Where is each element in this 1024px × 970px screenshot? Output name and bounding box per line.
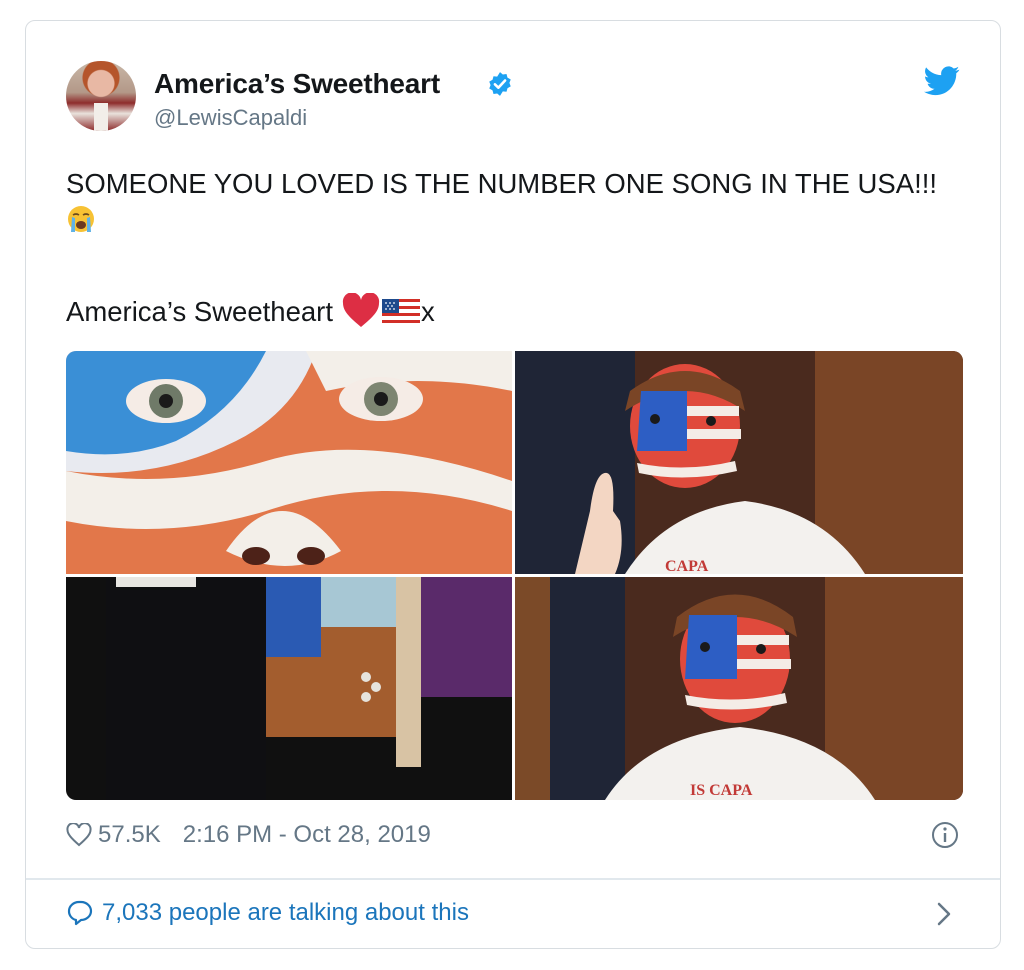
photo-room <box>66 577 512 800</box>
heart-icon[interactable] <box>66 823 92 847</box>
divider <box>26 878 1000 880</box>
tweet-meta: 57.5K 2:16 PM - Oct 28, 2019 <box>66 821 431 849</box>
conversation-link[interactable]: 7,033 people are talking about this <box>66 899 469 927</box>
avatar[interactable] <box>66 61 136 131</box>
media-photo-2[interactable]: CAPA <box>515 351 963 574</box>
tweet-signoff: America’s Sweetheart <box>66 296 333 327</box>
display-name[interactable]: America’s Sweetheart <box>154 68 440 100</box>
verified-badge-icon <box>489 72 511 96</box>
comment-icon <box>67 900 93 926</box>
tweet-body: SOMEONE YOU LOVED IS THE NUMBER ONE SONG… <box>66 168 938 199</box>
user-handle[interactable]: @LewisCapaldi <box>154 105 307 131</box>
shirt-text: CAPA <box>665 558 709 574</box>
conversation-text: 7,033 people are talking about this <box>102 899 469 926</box>
media-photo-1[interactable] <box>66 351 512 574</box>
like-count[interactable]: 57.5K <box>98 821 161 849</box>
red-heart-icon <box>342 293 380 327</box>
twitter-bird-icon[interactable] <box>924 66 960 96</box>
info-icon[interactable] <box>931 821 959 849</box>
shirt-text-2: IS CAPA <box>690 782 753 799</box>
us-flag-icon <box>381 299 420 325</box>
media-photo-3[interactable] <box>66 577 512 800</box>
photo-flag-face: IS CAPA <box>515 577 963 800</box>
photo-face-closeup <box>66 351 512 574</box>
photo-finger-up: CAPA <box>515 351 963 574</box>
media-grid: CAPA IS CAPA <box>66 351 963 800</box>
tweet-card: America’s Sweetheart @LewisCapaldi SOMEO… <box>25 20 1001 949</box>
tweet-text: SOMEONE YOU LOVED IS THE NUMBER ONE SONG… <box>66 166 966 236</box>
tweet-second-line: America’s Sweetheart x <box>66 293 435 329</box>
crying-face-icon <box>68 206 94 232</box>
media-photo-4[interactable]: IS CAPA <box>515 577 963 800</box>
tweet-signoff-suffix: x <box>420 296 435 327</box>
timestamp[interactable]: 2:16 PM - Oct 28, 2019 <box>183 821 431 849</box>
avatar-detail <box>94 103 108 131</box>
chevron-right-icon[interactable] <box>934 901 954 927</box>
